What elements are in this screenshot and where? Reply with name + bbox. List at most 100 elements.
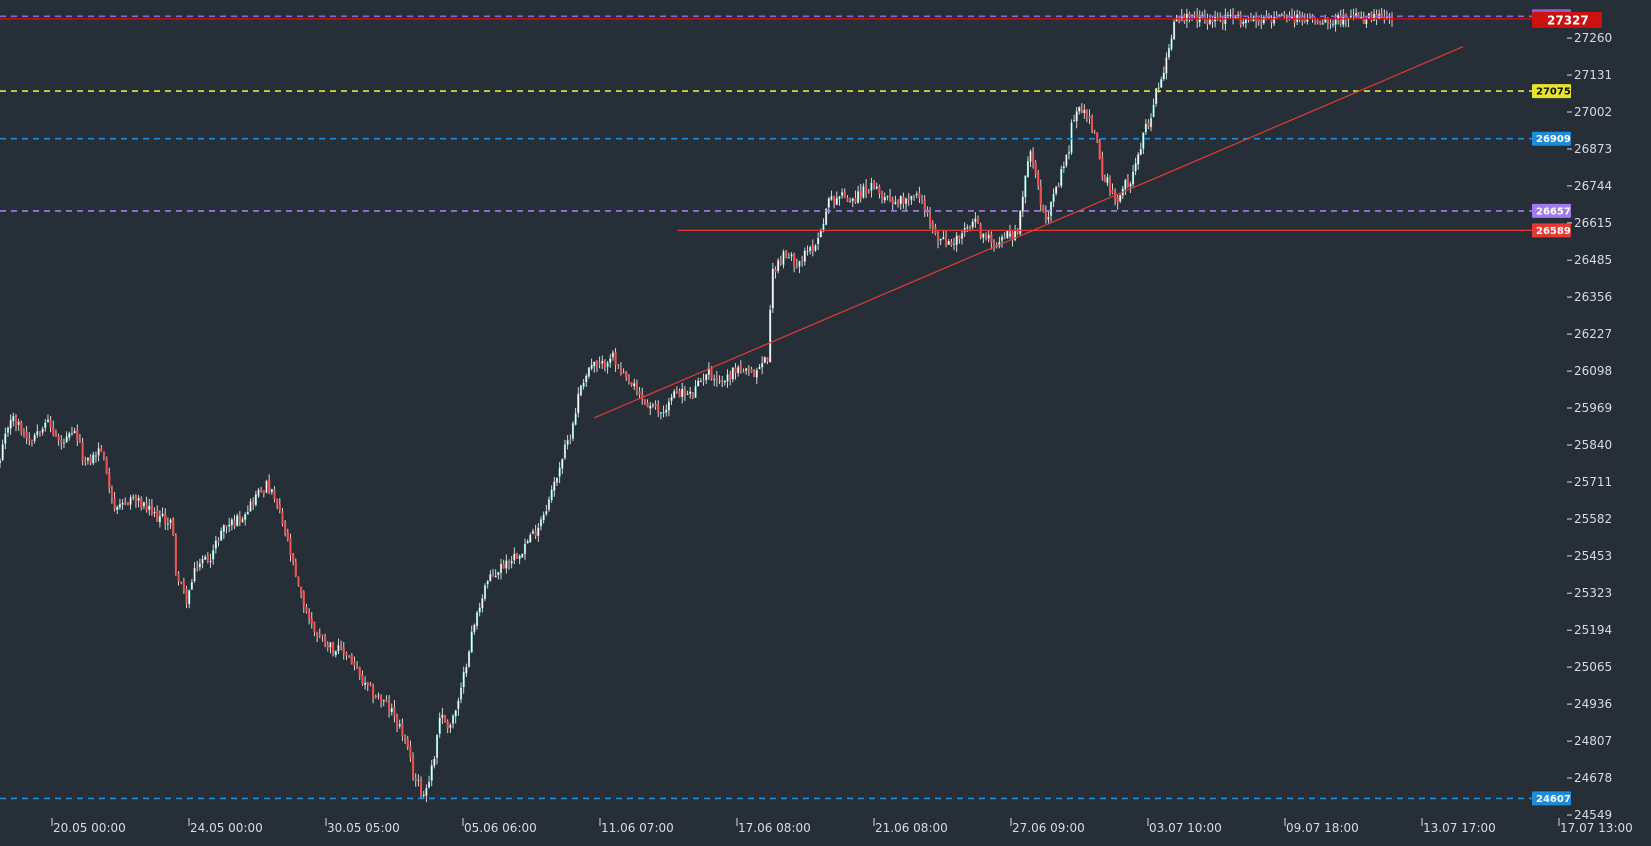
y-tick-label: 26485 <box>1574 253 1612 267</box>
candle-body <box>699 380 702 382</box>
candle-body <box>478 607 481 613</box>
candle-body <box>510 561 513 564</box>
candle-body <box>982 233 985 238</box>
x-tick-label: 27.06 09:00 <box>1012 821 1085 835</box>
candle-body <box>502 563 505 569</box>
candle-body <box>124 502 127 504</box>
candle-body <box>955 235 958 245</box>
candle-body <box>358 667 361 677</box>
candle-body <box>974 218 977 223</box>
candle-body <box>865 185 868 194</box>
candle-body <box>1137 154 1140 165</box>
candle-body <box>25 432 28 439</box>
candle-body <box>1331 24 1335 26</box>
candle-body <box>1157 87 1160 89</box>
candle-body <box>627 376 630 382</box>
candlestick-chart[interactable]: 27260 27131 27002 26873 26744 26615 26485 26356… <box>0 0 1651 846</box>
candle-body <box>491 575 495 577</box>
candle-body <box>105 457 108 474</box>
candle-body <box>316 631 319 636</box>
candle-body <box>750 368 753 373</box>
candle-body <box>1149 117 1153 128</box>
candle-body <box>156 510 159 522</box>
candle-body <box>308 611 311 620</box>
candle-body <box>321 634 324 636</box>
candle-body <box>430 765 433 781</box>
candle-body <box>222 525 225 532</box>
candle-body <box>499 563 503 574</box>
price-tag-label: 27075 <box>1536 87 1571 98</box>
price-tag-27075: 27075 <box>1532 84 1571 99</box>
candle-body <box>1057 185 1060 187</box>
candle-body <box>486 580 489 585</box>
candle-body <box>166 523 169 525</box>
candle-body <box>1229 14 1232 17</box>
candle-body <box>36 430 39 436</box>
candle-body <box>1067 151 1071 155</box>
candle-body <box>89 457 92 464</box>
candle-body <box>1021 196 1024 212</box>
y-tick-label: 24549 <box>1574 808 1612 822</box>
y-tick-label: 27131 <box>1574 68 1612 82</box>
x-tick-label: 17.07 13:00 <box>1560 821 1633 835</box>
candle-body <box>587 367 590 377</box>
candle-body <box>41 428 44 433</box>
candle-body <box>697 380 700 387</box>
candle-body <box>1034 161 1037 175</box>
candle-body <box>1073 120 1076 122</box>
candle-body <box>1070 122 1073 153</box>
candle-body <box>1106 176 1109 184</box>
candle-body <box>561 459 564 469</box>
y-tick-label: 26873 <box>1574 142 1612 156</box>
candle-body <box>739 365 742 371</box>
candle-body <box>329 642 332 648</box>
candle-body <box>1183 14 1186 22</box>
candle-body <box>523 543 527 555</box>
candle-body <box>755 369 758 378</box>
candle-body <box>601 360 604 364</box>
candle-body <box>1052 193 1055 203</box>
candle-body <box>244 514 247 520</box>
candle-body <box>897 200 900 205</box>
candle-body <box>433 758 436 766</box>
candle-body <box>1167 47 1171 58</box>
candle-body <box>396 714 399 728</box>
price-tag-label: 26909 <box>1536 134 1571 145</box>
candle-body <box>177 573 180 582</box>
x-tick-label: 11.06 07:00 <box>601 821 674 835</box>
candle-body <box>537 527 540 537</box>
candle-body <box>292 553 295 562</box>
candle-body <box>497 571 500 576</box>
candle-body <box>425 788 428 796</box>
candle-body <box>595 361 598 365</box>
candle-body <box>929 213 932 224</box>
candle-body <box>603 360 606 368</box>
candle-body <box>571 423 575 440</box>
candle-body <box>238 515 241 522</box>
candle-body <box>28 438 31 441</box>
candle-body <box>1360 16 1363 19</box>
candle-body <box>593 361 596 367</box>
candle-body <box>942 237 945 240</box>
candle-body <box>252 502 255 505</box>
candle-body <box>443 715 447 723</box>
candle-body <box>1365 18 1368 25</box>
candle-body <box>12 415 15 422</box>
candle-body <box>921 198 924 200</box>
y-tick-label: 25194 <box>1574 623 1612 637</box>
candle-body <box>665 409 668 413</box>
candle-body <box>849 201 852 203</box>
candle-body <box>638 391 641 395</box>
candle-body <box>494 575 497 578</box>
candle-body <box>217 539 220 542</box>
candle-body <box>1065 154 1068 166</box>
candle-body <box>108 472 111 489</box>
candle-body <box>939 238 942 241</box>
y-tick-label: 26098 <box>1574 364 1612 378</box>
candle-body <box>140 499 143 508</box>
candle-body <box>417 779 420 782</box>
candle-body <box>1039 185 1042 205</box>
candle-body <box>833 195 836 204</box>
candle-body <box>1134 163 1137 172</box>
x-tick-label: 05.06 06:00 <box>464 821 537 835</box>
